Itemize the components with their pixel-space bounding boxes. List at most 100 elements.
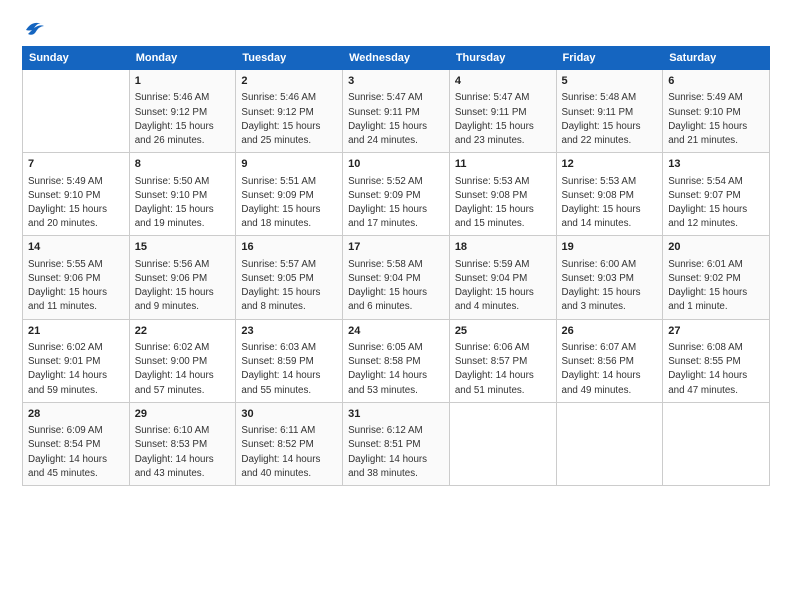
day-info: Sunrise: 6:02 AM Sunset: 9:01 PM Dayligh… bbox=[28, 341, 124, 398]
calendar-cell: 16Sunrise: 5:57 AM Sunset: 9:05 PM Dayli… bbox=[236, 236, 343, 319]
calendar-cell: 19 Sunrise: 6:00 AM Sunset: 9:03 PM Dayli… bbox=[556, 236, 663, 319]
day-info: Sunrise: 6:06 AM Sunset: 8:57 PM Dayligh… bbox=[455, 341, 551, 398]
calendar-cell bbox=[449, 402, 556, 485]
day-info: Sunrise: 6:12 AM Sunset: 8:51 PM Dayligh… bbox=[348, 424, 444, 481]
day-info: Sunrise: 5:54 AM Sunset: 9:07 PM Dayligh… bbox=[668, 175, 764, 232]
calendar-cell: 30 Sunrise: 6:11 AM Sunset: 8:52 PM Dayli… bbox=[236, 402, 343, 485]
calendar-cell bbox=[556, 402, 663, 485]
day-info: Sunrise: 5:52 AM Sunset: 9:09 PM Dayligh… bbox=[348, 175, 444, 232]
day-header-wednesday: Wednesday bbox=[343, 47, 450, 70]
day-info: Sunrise: 5:49 AM Sunset: 9:10 PM Dayligh… bbox=[668, 91, 764, 148]
day-number: 30 bbox=[241, 407, 337, 422]
day-header-thursday: Thursday bbox=[449, 47, 556, 70]
day-info: Sunrise: 5:53 AM Sunset: 9:08 PM Dayligh… bbox=[455, 175, 551, 232]
day-info: Sunrise: 5:46 AM Sunset: 9:12 PM Dayligh… bbox=[241, 91, 337, 148]
calendar-cell: 1Sunrise: 5:46 AM Sunset: 9:12 PM Daylig… bbox=[129, 70, 236, 153]
day-info: Sunrise: 5:55 AM Sunset: 9:06 PM Dayligh… bbox=[28, 258, 124, 315]
days-header-row: SundayMondayTuesdayWednesdayThursdayFrid… bbox=[23, 47, 770, 70]
week-row-1: 1 Sunrise: 5:46 AM Sunset: 9:12 PM Daylig… bbox=[23, 70, 770, 153]
day-number: 8 bbox=[135, 157, 231, 172]
calendar-cell bbox=[23, 70, 130, 153]
calendar-cell: 18 Sunrise: 5:59 AM Sunset: 9:04 PM Dayli… bbox=[449, 236, 556, 319]
day-number: 23 bbox=[241, 324, 337, 339]
day-info: Sunrise: 6:00 AM Sunset: 9:03 PM Dayligh… bbox=[562, 258, 658, 315]
day-header-friday: Friday bbox=[556, 47, 663, 70]
day-number: 27 bbox=[668, 324, 764, 339]
calendar-cell: 24 Sunrise: 6:05 AM Sunset: 8:58 PM Dayli… bbox=[343, 319, 450, 402]
calendar-cell: 25 Sunrise: 6:06 AM Sunset: 8:57 PM Dayli… bbox=[449, 319, 556, 402]
day-number: 10 bbox=[348, 157, 444, 172]
day-info: Sunrise: 6:11 AM Sunset: 8:52 PM Dayligh… bbox=[241, 424, 337, 481]
day-number: 2 bbox=[241, 74, 337, 89]
calendar-cell: 12 Sunrise: 5:53 AM Sunset: 9:08 PM Dayli… bbox=[556, 153, 663, 236]
logo-bird-icon bbox=[24, 18, 46, 36]
day-info: Sunrise: 6:03 AM Sunset: 8:59 PM Dayligh… bbox=[241, 341, 337, 398]
day-number: 22 bbox=[135, 324, 231, 339]
calendar-cell: 29 Sunrise: 6:10 AM Sunset: 8:53 PM Dayli… bbox=[129, 402, 236, 485]
day-number: 7 bbox=[28, 157, 124, 172]
day-number: 12 bbox=[562, 157, 658, 172]
week-row-3: 14 Sunrise: 5:55 AM Sunset: 9:06 PM Dayli… bbox=[23, 236, 770, 319]
calendar-cell: 10 Sunrise: 5:52 AM Sunset: 9:09 PM Dayli… bbox=[343, 153, 450, 236]
day-info: Sunrise: 6:05 AM Sunset: 8:58 PM Dayligh… bbox=[348, 341, 444, 398]
day-number: 18 bbox=[455, 240, 551, 255]
day-number: 4 bbox=[455, 74, 551, 89]
calendar-cell: 22 Sunrise: 6:02 AM Sunset: 9:00 PM Dayli… bbox=[129, 319, 236, 402]
day-info: Sunrise: 5:47 AM Sunset: 9:11 PM Dayligh… bbox=[348, 91, 444, 148]
day-number: 28 bbox=[28, 407, 124, 422]
day-number: 9 bbox=[241, 157, 337, 172]
day-info: Sunrise: 6:02 AM Sunset: 9:00 PM Dayligh… bbox=[135, 341, 231, 398]
calendar-cell: 4Sunrise: 5:47 AM Sunset: 9:11 PM Daylig… bbox=[449, 70, 556, 153]
day-number: 31 bbox=[348, 407, 444, 422]
day-header-tuesday: Tuesday bbox=[236, 47, 343, 70]
calendar-cell: 13 Sunrise: 5:54 AM Sunset: 9:07 PM Dayli… bbox=[663, 153, 770, 236]
day-number: 20 bbox=[668, 240, 764, 255]
calendar-cell: 21 Sunrise: 6:02 AM Sunset: 9:01 PM Dayli… bbox=[23, 319, 130, 402]
day-info: Sunrise: 6:07 AM Sunset: 8:56 PM Dayligh… bbox=[562, 341, 658, 398]
day-info: Sunrise: 5:49 AM Sunset: 9:10 PM Dayligh… bbox=[28, 175, 124, 232]
calendar-cell: 8Sunrise: 5:50 AM Sunset: 9:10 PM Daylig… bbox=[129, 153, 236, 236]
day-info: Sunrise: 5:59 AM Sunset: 9:04 PM Dayligh… bbox=[455, 258, 551, 315]
day-number: 21 bbox=[28, 324, 124, 339]
calendar-cell: 31 Sunrise: 6:12 AM Sunset: 8:51 PM Dayli… bbox=[343, 402, 450, 485]
day-info: Sunrise: 5:48 AM Sunset: 9:11 PM Dayligh… bbox=[562, 91, 658, 148]
calendar-cell: 2 Sunrise: 5:46 AM Sunset: 9:12 PM Daylig… bbox=[236, 70, 343, 153]
day-number: 1 bbox=[135, 74, 231, 89]
week-row-4: 21 Sunrise: 6:02 AM Sunset: 9:01 PM Dayli… bbox=[23, 319, 770, 402]
calendar-cell: 28Sunrise: 6:09 AM Sunset: 8:54 PM Dayli… bbox=[23, 402, 130, 485]
calendar-cell: 5 Sunrise: 5:48 AM Sunset: 9:11 PM Daylig… bbox=[556, 70, 663, 153]
day-header-saturday: Saturday bbox=[663, 47, 770, 70]
header bbox=[22, 18, 770, 36]
day-info: Sunrise: 6:08 AM Sunset: 8:55 PM Dayligh… bbox=[668, 341, 764, 398]
calendar-table: SundayMondayTuesdayWednesdayThursdayFrid… bbox=[22, 46, 770, 486]
day-number: 17 bbox=[348, 240, 444, 255]
week-row-2: 7 Sunrise: 5:49 AM Sunset: 9:10 PM Daylig… bbox=[23, 153, 770, 236]
page: SundayMondayTuesdayWednesdayThursdayFrid… bbox=[0, 0, 792, 498]
calendar-cell: 11Sunrise: 5:53 AM Sunset: 9:08 PM Dayli… bbox=[449, 153, 556, 236]
day-number: 19 bbox=[562, 240, 658, 255]
day-number: 5 bbox=[562, 74, 658, 89]
day-info: Sunrise: 6:10 AM Sunset: 8:53 PM Dayligh… bbox=[135, 424, 231, 481]
calendar-cell bbox=[663, 402, 770, 485]
day-number: 24 bbox=[348, 324, 444, 339]
calendar-cell: 27 Sunrise: 6:08 AM Sunset: 8:55 PM Dayli… bbox=[663, 319, 770, 402]
day-header-sunday: Sunday bbox=[23, 47, 130, 70]
calendar-cell: 9Sunrise: 5:51 AM Sunset: 9:09 PM Daylig… bbox=[236, 153, 343, 236]
day-header-monday: Monday bbox=[129, 47, 236, 70]
day-number: 25 bbox=[455, 324, 551, 339]
day-number: 13 bbox=[668, 157, 764, 172]
calendar-cell: 6Sunrise: 5:49 AM Sunset: 9:10 PM Daylig… bbox=[663, 70, 770, 153]
day-number: 14 bbox=[28, 240, 124, 255]
calendar-cell: 17 Sunrise: 5:58 AM Sunset: 9:04 PM Dayli… bbox=[343, 236, 450, 319]
day-number: 3 bbox=[348, 74, 444, 89]
day-info: Sunrise: 5:58 AM Sunset: 9:04 PM Dayligh… bbox=[348, 258, 444, 315]
calendar-cell: 14 Sunrise: 5:55 AM Sunset: 9:06 PM Dayli… bbox=[23, 236, 130, 319]
calendar-cell: 26 Sunrise: 6:07 AM Sunset: 8:56 PM Dayli… bbox=[556, 319, 663, 402]
day-info: Sunrise: 5:53 AM Sunset: 9:08 PM Dayligh… bbox=[562, 175, 658, 232]
day-number: 15 bbox=[135, 240, 231, 255]
week-row-5: 28Sunrise: 6:09 AM Sunset: 8:54 PM Dayli… bbox=[23, 402, 770, 485]
day-number: 26 bbox=[562, 324, 658, 339]
day-number: 29 bbox=[135, 407, 231, 422]
day-info: Sunrise: 5:57 AM Sunset: 9:05 PM Dayligh… bbox=[241, 258, 337, 315]
calendar-cell: 20Sunrise: 6:01 AM Sunset: 9:02 PM Dayli… bbox=[663, 236, 770, 319]
